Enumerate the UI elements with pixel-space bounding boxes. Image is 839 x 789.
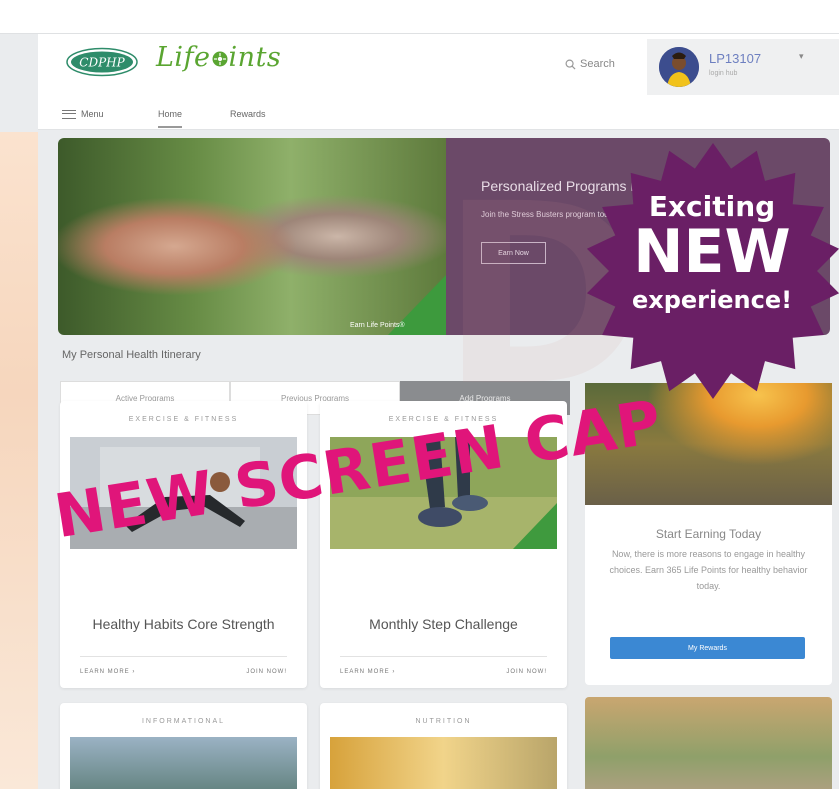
tab-rewards[interactable]: Rewards <box>230 109 266 119</box>
join-now-link[interactable]: JOIN NOW! <box>506 669 547 675</box>
program-card[interactable]: NUTRITION <box>320 703 567 789</box>
hamburger-icon <box>62 109 76 119</box>
user-subtitle: login hub <box>709 70 738 77</box>
username: LP13107 <box>709 51 762 66</box>
card-title: Monthly Step Challenge <box>369 616 518 632</box>
promo-text: Now, there is more reasons to engage in … <box>609 549 808 591</box>
program-card[interactable]: INFORMATIONAL <box>60 703 307 789</box>
card-image <box>330 737 557 789</box>
join-now-link[interactable]: JOIN NOW! <box>246 669 287 675</box>
card-actions: LEARN MORE › JOIN NOW! <box>340 669 547 675</box>
card-image <box>70 737 297 789</box>
search-button[interactable]: Search <box>565 58 615 70</box>
card-divider <box>340 656 547 657</box>
avatar <box>659 47 699 87</box>
lifepoints-logo-part1: Life <box>156 42 211 73</box>
chevron-down-icon[interactable]: ▾ <box>799 51 804 62</box>
header: CDPHP Life ints Search LP13107 login hub … <box>38 34 839 96</box>
search-label: Search <box>580 58 615 70</box>
search-icon <box>565 59 576 70</box>
avatar-person-icon <box>659 47 699 87</box>
tab-home[interactable]: Home <box>158 109 183 128</box>
card-category: INFORMATIONAL <box>141 718 226 725</box>
user-menu[interactable]: LP13107 login hub ▾ <box>647 39 839 95</box>
card-category: NUTRITION <box>415 718 472 725</box>
my-rewards-button[interactable]: My Rewards <box>610 637 805 659</box>
learn-more-link[interactable]: LEARN MORE › <box>80 669 135 675</box>
left-decor-strip <box>0 132 38 789</box>
itinerary-title: My Personal Health Itinerary <box>62 349 201 361</box>
card-actions: LEARN MORE › JOIN NOW! <box>80 669 287 675</box>
lifepoints-flower-icon <box>212 51 228 67</box>
card-divider <box>80 656 287 657</box>
new-experience-starburst: Exciting NEW experience! <box>582 140 839 402</box>
menu-label: Menu <box>81 109 104 119</box>
top-strip <box>0 0 839 34</box>
menu-button[interactable]: Menu <box>62 109 104 119</box>
lifepoints-logo-part2: ints <box>228 42 282 73</box>
lifepoints-logo[interactable]: Life ints <box>156 42 281 73</box>
cdphp-logo[interactable]: CDPHP <box>66 47 138 77</box>
card-category: EXERCISE & FITNESS <box>128 416 239 423</box>
promo-image-2 <box>585 697 832 789</box>
learn-more-link[interactable]: LEARN MORE › <box>340 669 395 675</box>
tab-rewards-label: Rewards <box>230 109 266 119</box>
hero-photo <box>58 138 446 335</box>
card-title: Healthy Habits Core Strength <box>92 616 275 632</box>
nav-bar: Menu Home Rewards <box>38 96 839 130</box>
earn-points-badge-text: Earn Life Points® <box>350 322 405 329</box>
starburst-line2: NEW <box>633 217 791 287</box>
tab-home-label: Home <box>158 109 183 119</box>
starburst-line3: experience! <box>631 286 793 314</box>
cdphp-logo-text: CDPHP <box>79 56 125 70</box>
promo-title: Start Earning Today <box>655 527 762 541</box>
